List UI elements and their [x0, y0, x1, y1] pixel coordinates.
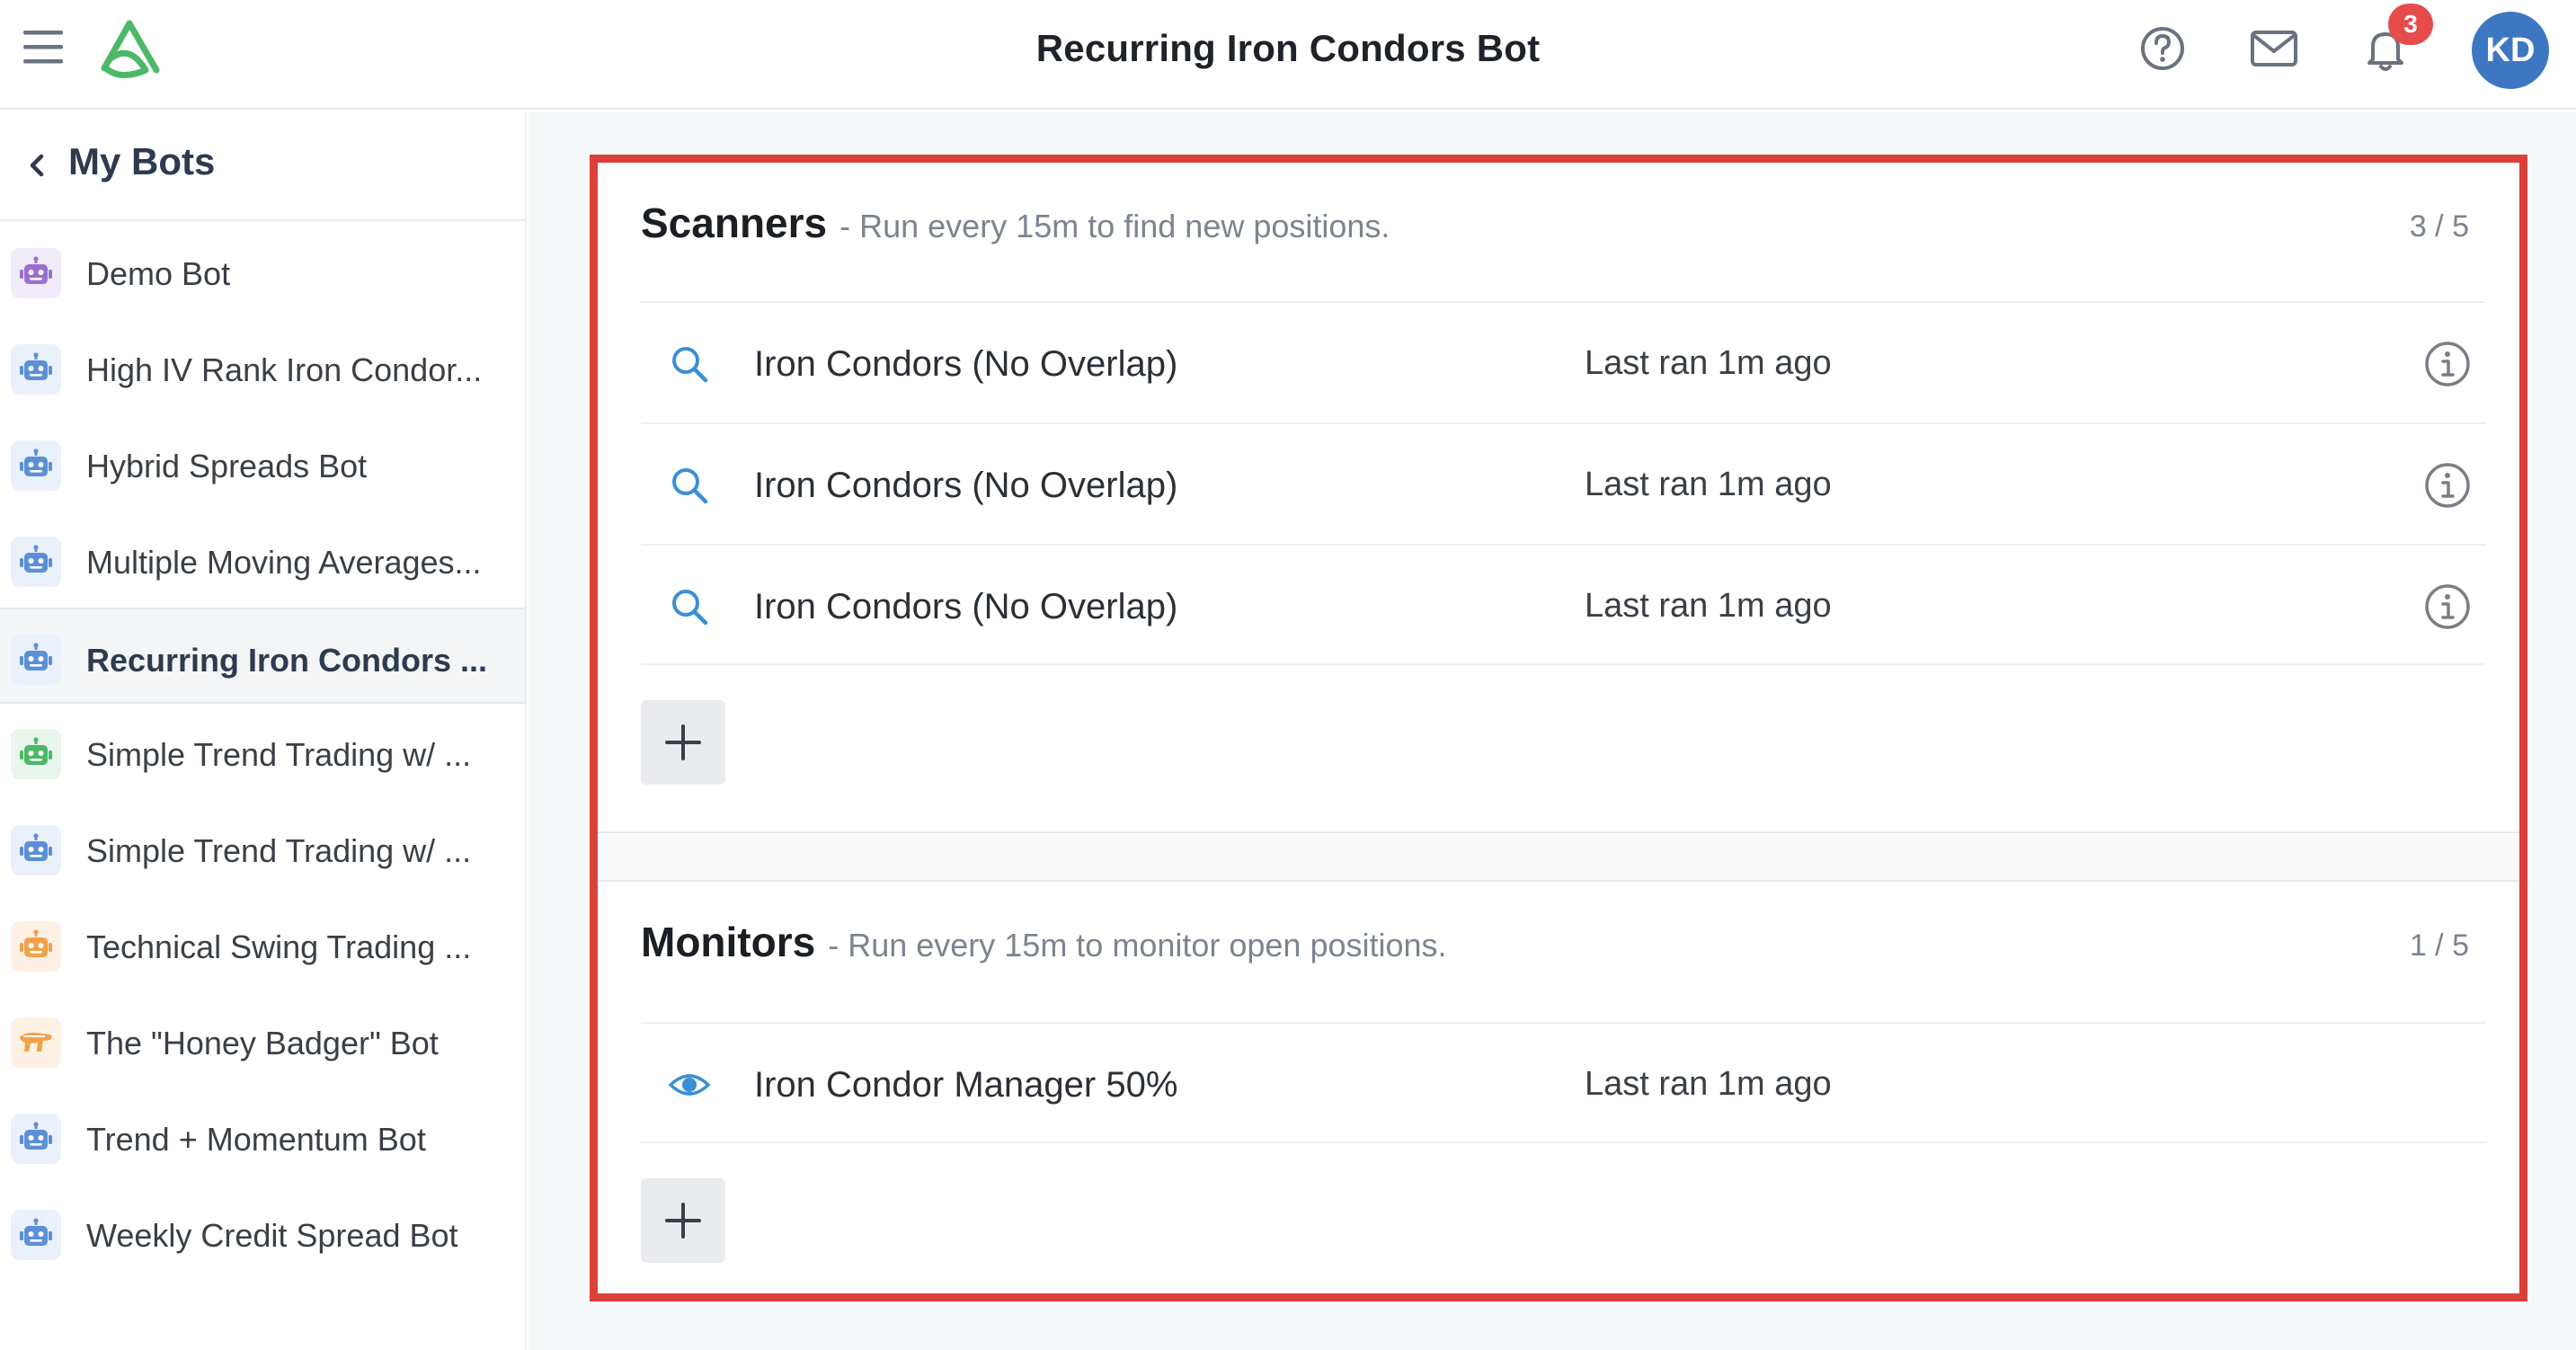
page-title: Recurring Iron Condors Bot: [1035, 27, 1541, 69]
section-title: Scanners: [641, 200, 828, 246]
highlight-frame: Scanners - Run every 15m to find new posi…: [590, 155, 2527, 1301]
row-status: Last ran 1m ago: [1585, 1065, 1832, 1103]
eye-icon: [668, 1063, 711, 1106]
sidebar-bot-label: Simple Trend Trading w/ ...: [86, 736, 472, 773]
info-icon[interactable]: [2422, 460, 2473, 511]
row-status: Last ran 1m ago: [1585, 587, 1832, 625]
sidebar-bot-item[interactable]: Hybrid Spreads Bot: [0, 415, 525, 511]
sidebar-bot-label: Multiple Moving Averages...: [86, 544, 482, 581]
search-icon: [668, 585, 711, 628]
robot-icon: [11, 921, 61, 972]
row-status: Last ran 1m ago: [1585, 344, 1832, 382]
row-name: Iron Condors (No Overlap): [754, 344, 1178, 384]
bot-list: Demo Bot High IV Rank Iron Condor... Hybri…: [0, 223, 525, 1281]
sidebar-bot-label: High IV Rank Iron Condor...: [86, 351, 483, 388]
help-icon[interactable]: [2137, 23, 2188, 74]
row-name: Iron Condors (No Overlap): [754, 587, 1178, 626]
monitor-list: Iron Condor Manager 50% Last ran 1m ago: [641, 1022, 2485, 1143]
sidebar-bot-item[interactable]: Demo Bot: [0, 223, 525, 319]
sidebar-bot-label: Trend + Momentum Bot: [86, 1121, 426, 1158]
sidebar-bot-item[interactable]: Weekly Credit Spread Bot: [0, 1185, 525, 1281]
sidebar-bot-label: The "Honey Badger" Bot: [86, 1025, 439, 1061]
scanner-row[interactable]: Iron Condors (No Overlap) Last ran 1m ago: [641, 301, 2485, 422]
sidebar-bot-label: Technical Swing Trading ...: [86, 928, 472, 965]
scanner-row[interactable]: Iron Condors (No Overlap) Last ran 1m ago: [641, 422, 2485, 544]
robot-icon: [11, 440, 61, 491]
section-description: - Run every 15m to find new positions.: [839, 208, 1390, 244]
sidebar-bot-item[interactable]: Simple Trend Trading w/ ...: [0, 800, 525, 896]
robot-icon: [11, 1210, 61, 1260]
section-divider: [598, 835, 2519, 880]
sidebar-bot-item[interactable]: Simple Trend Trading w/ ...: [0, 704, 525, 800]
section-description: - Run every 15m to monitor open position…: [828, 927, 1447, 964]
add-scanner-button[interactable]: [641, 700, 725, 785]
sidebar-bot-label: Weekly Credit Spread Bot: [86, 1217, 458, 1254]
plus-icon: [665, 1203, 701, 1239]
search-icon: [668, 342, 711, 386]
row-name: Iron Condor Manager 50%: [754, 1065, 1178, 1105]
sidebar-bot-item[interactable]: Technical Swing Trading ...: [0, 896, 525, 992]
scanner-list: Iron Condors (No Overlap) Last ran 1m ago…: [641, 301, 2485, 665]
sidebar-bot-item[interactable]: Recurring Iron Condors ...: [0, 608, 525, 704]
sidebar-bot-label: Demo Bot: [86, 255, 231, 292]
search-icon: [668, 464, 711, 507]
row-status: Last ran 1m ago: [1585, 466, 1832, 503]
section-title: Monitors: [641, 919, 816, 965]
sidebar-bot-label: Hybrid Spreads Bot: [86, 448, 368, 484]
monitor-row[interactable]: Iron Condor Manager 50% Last ran 1m ago: [641, 1022, 2485, 1143]
chevron-left-icon: [30, 154, 44, 177]
robot-icon: [11, 344, 61, 395]
avatar[interactable]: KD: [2472, 12, 2549, 89]
notification-badge: 3: [2388, 4, 2433, 45]
honey-badger-icon: [11, 1017, 61, 1068]
sidebar-bot-label: Recurring Iron Condors ...: [86, 642, 488, 679]
sidebar-bot-item[interactable]: Multiple Moving Averages...: [0, 511, 525, 608]
top-bar: Recurring Iron Condors Bot 3 KD: [0, 0, 2576, 110]
section-count: 1 / 5: [2409, 928, 2469, 963]
sidebar-bot-label: Simple Trend Trading w/ ...: [86, 832, 472, 869]
robot-icon: [11, 825, 61, 875]
robot-icon: [11, 635, 61, 685]
plus-icon: [665, 724, 701, 760]
row-name: Iron Condors (No Overlap): [754, 466, 1178, 505]
section-count: 3 / 5: [2409, 209, 2469, 244]
sidebar-bot-item[interactable]: High IV Rank Iron Condor...: [0, 319, 525, 415]
robot-icon: [11, 248, 61, 298]
sidebar-bot-item[interactable]: The "Honey Badger" Bot: [0, 992, 525, 1088]
robot-icon: [11, 1114, 61, 1164]
mail-icon[interactable]: [2249, 23, 2299, 74]
info-icon[interactable]: [2422, 339, 2473, 389]
scanners-section: Scanners - Run every 15m to find new posi…: [598, 163, 2519, 833]
monitors-section: Monitors - Run every 15m to monitor open …: [598, 880, 2519, 1293]
robot-icon: [11, 729, 61, 779]
info-icon[interactable]: [2422, 582, 2473, 632]
robot-icon: [11, 537, 61, 587]
back-label: My Bots: [68, 140, 216, 182]
back-to-my-bots-link[interactable]: My Bots: [0, 111, 525, 221]
scanner-row[interactable]: Iron Condors (No Overlap) Last ran 1m ago: [641, 544, 2485, 665]
sidebar: My Bots Demo Bot High IV Rank Iron Condor…: [0, 111, 527, 1350]
sidebar-bot-item[interactable]: Trend + Momentum Bot: [0, 1088, 525, 1185]
add-monitor-button[interactable]: [641, 1178, 725, 1263]
